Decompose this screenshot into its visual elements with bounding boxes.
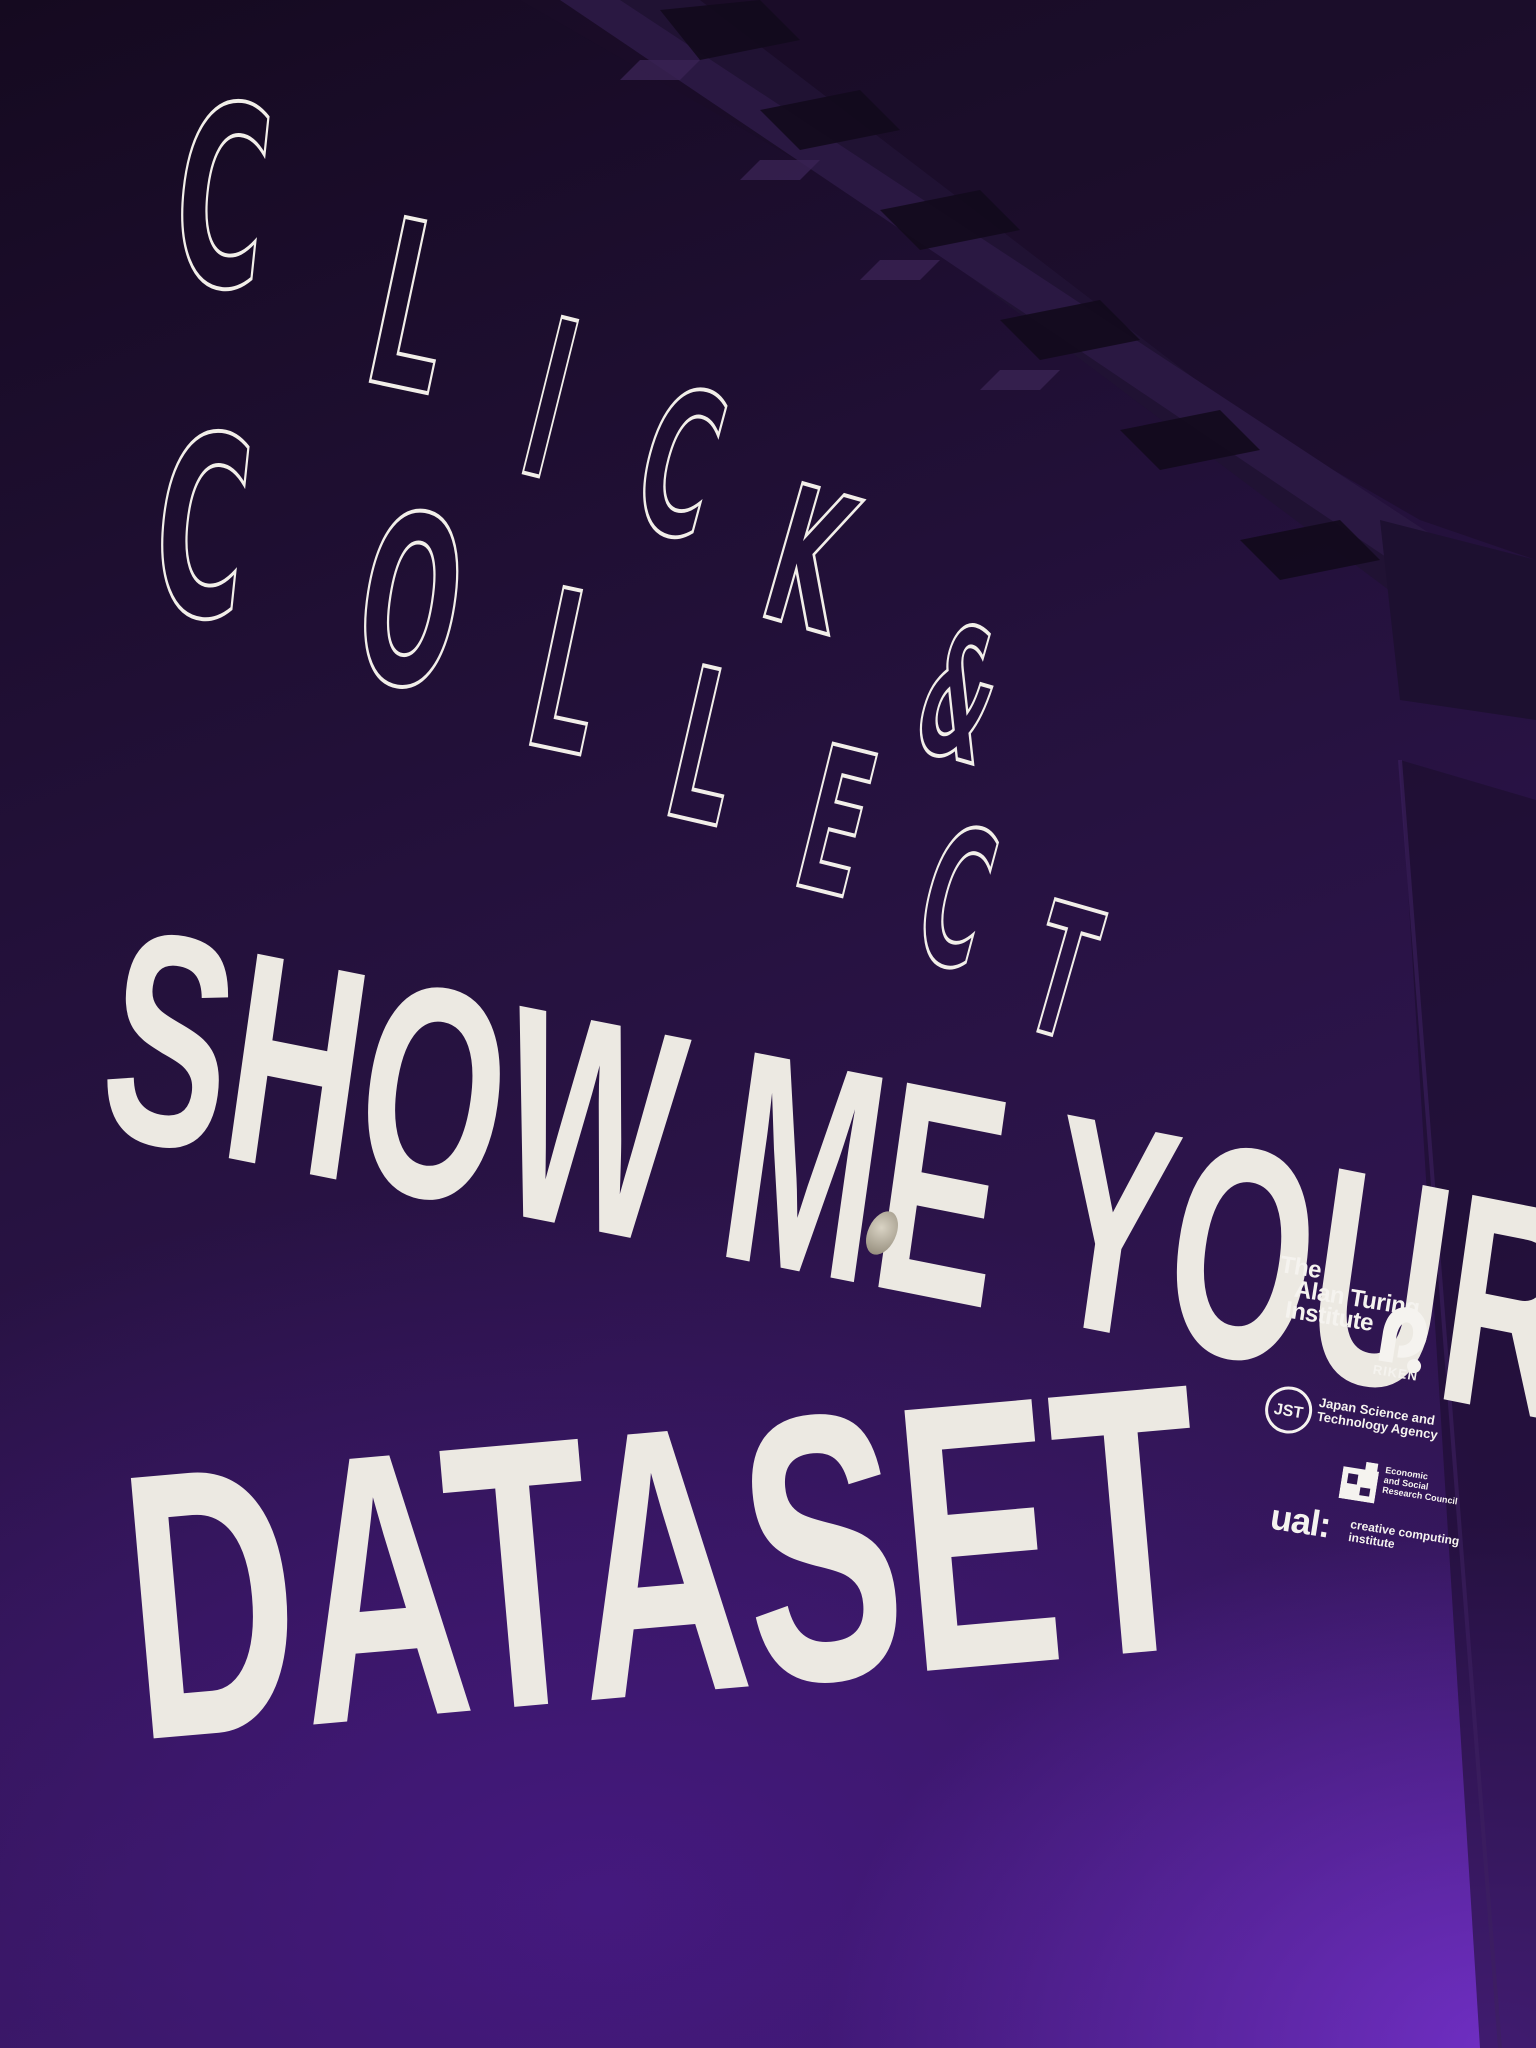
outline-letter: L <box>347 170 476 449</box>
outline-letter: K <box>742 443 876 678</box>
esrc-logo-icon <box>1338 1461 1380 1504</box>
ual-logo-text: creative computing institute <box>1347 1517 1460 1561</box>
outline-letter: E <box>776 702 895 946</box>
outline-letter: C <box>140 378 264 680</box>
esrc-logo-text: Economic and Social Research Council <box>1382 1465 1462 1507</box>
outline-letter: C <box>613 342 746 589</box>
outline-letter: O <box>339 460 482 748</box>
jst-mark-text: JST <box>1273 1401 1305 1422</box>
stage-photo: C L I C K & C O L L E C T SHOW ME YOUR D… <box>0 0 1536 2048</box>
outline-letter: C <box>896 783 1017 1016</box>
outline-letter: & <box>895 584 1023 807</box>
outline-letter: L <box>648 621 765 876</box>
jst-logo-icon: JST <box>1265 1386 1313 1434</box>
outline-letter: L <box>509 541 627 807</box>
outline-letter: C <box>160 48 284 350</box>
headline-solid-line2: DATASET <box>107 1303 1219 1821</box>
ual-logo-mark: ual: <box>1267 1495 1334 1546</box>
outline-letter: I <box>501 271 598 530</box>
projected-slide: C L I C K & C O L L E C T SHOW ME YOUR D… <box>0 0 1536 2048</box>
jst-logo-text: Japan Science and Technology Agency <box>1316 1395 1441 1443</box>
